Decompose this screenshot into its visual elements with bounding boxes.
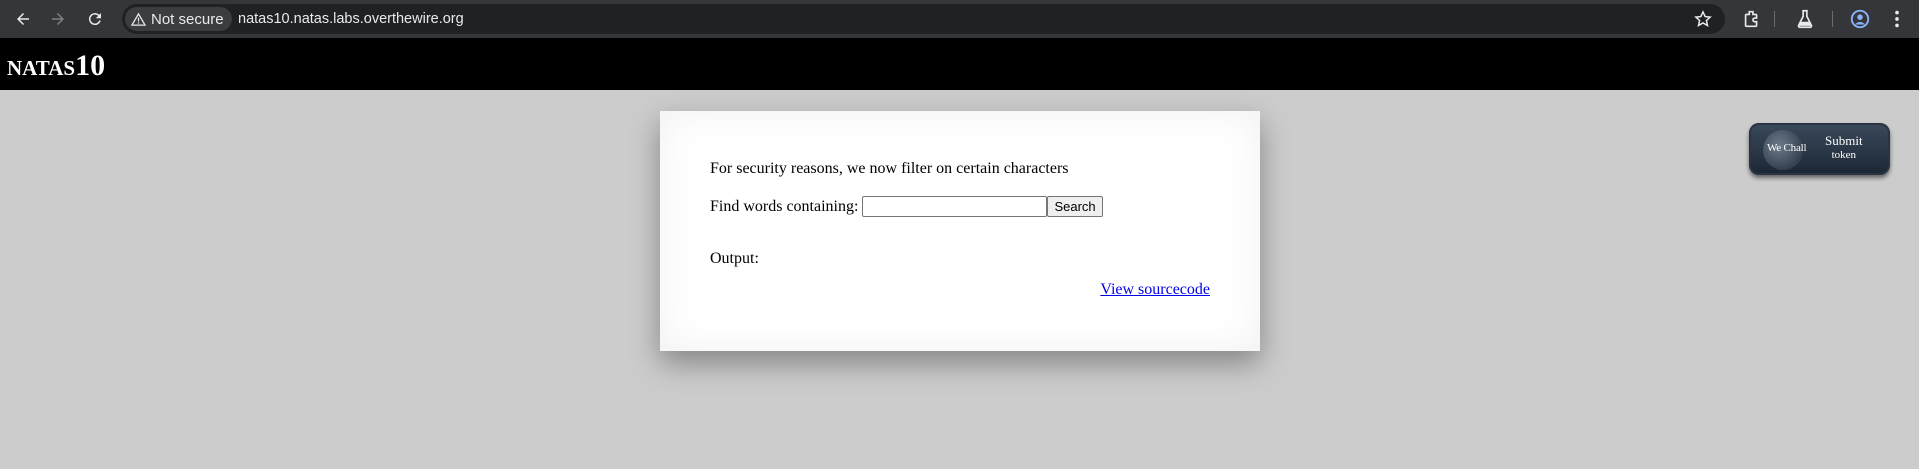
content-panel: For security reasons, we now filter on c… [660, 111, 1260, 351]
security-label: Not secure [151, 10, 224, 28]
bookmark-star-icon[interactable] [1693, 9, 1713, 29]
back-arrow-icon[interactable] [11, 7, 35, 31]
toolbar-divider [1832, 11, 1833, 27]
browser-toolbar: Not secure natas10.natas.labs.overthewir… [0, 0, 1919, 38]
toolbar-divider [1774, 11, 1775, 27]
wechall-badge-text: We Chall [1767, 142, 1807, 154]
site-title: NATAS10 [7, 49, 105, 83]
reload-icon[interactable] [83, 7, 107, 31]
site-title-prefix: NATAS [7, 56, 76, 80]
search-button[interactable]: Search [1047, 196, 1103, 217]
url-text[interactable]: natas10.natas.labs.overthewire.org [238, 11, 464, 27]
address-bar[interactable]: Not secure natas10.natas.labs.overthewir… [122, 4, 1725, 34]
find-label: Find words containing: [710, 197, 859, 215]
view-sourcecode-link[interactable]: View sourcecode [1100, 281, 1210, 299]
profile-avatar-icon[interactable] [1849, 8, 1871, 30]
output-label: Output: [710, 250, 759, 267]
warning-icon [131, 12, 146, 26]
search-form: Find words containing: Search [710, 196, 1103, 217]
submit-token-label: Submit token [1825, 133, 1863, 163]
security-indicator[interactable]: Not secure [125, 7, 232, 31]
submit-token-button[interactable]: We Chall Submit token [1749, 123, 1890, 175]
labs-flask-icon[interactable] [1794, 8, 1816, 30]
level-number: 10 [75, 49, 106, 82]
filter-notice: For security reasons, we now filter on c… [710, 160, 1069, 177]
search-input[interactable] [862, 196, 1048, 217]
forward-arrow-icon[interactable] [46, 7, 70, 31]
submit-token-line2: token [1831, 149, 1857, 161]
submit-token-line1: Submit [1825, 133, 1863, 148]
menu-kebab-icon[interactable] [1886, 8, 1908, 30]
site-header: NATAS10 [0, 38, 1919, 90]
extensions-icon[interactable] [1741, 8, 1763, 30]
